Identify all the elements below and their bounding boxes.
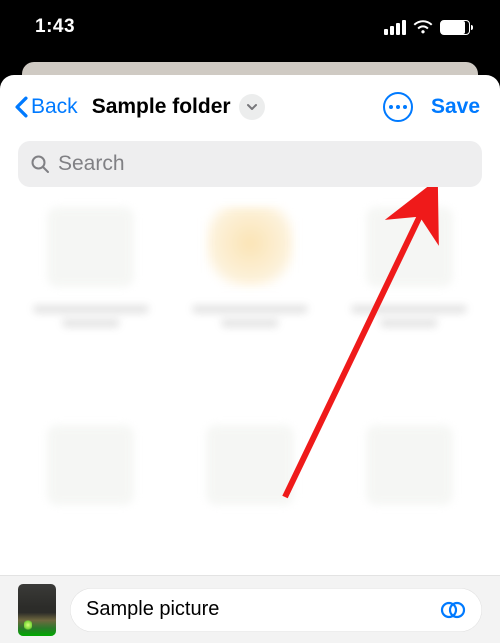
selected-file-bar: Sample picture — [0, 575, 500, 643]
search-placeholder: Search — [58, 152, 125, 176]
filename-pill[interactable]: Sample picture — [70, 588, 482, 632]
save-button[interactable]: Save — [431, 95, 480, 119]
chevron-down-icon — [246, 103, 258, 111]
wifi-icon — [413, 20, 433, 35]
back-label: Back — [31, 95, 78, 119]
folder-dropdown-button[interactable] — [239, 94, 265, 120]
status-time: 1:43 — [35, 16, 75, 38]
cellular-signal-icon — [384, 20, 406, 35]
file-thumbnail[interactable] — [18, 584, 56, 636]
folder-title: Sample folder — [92, 95, 231, 119]
more-options-button[interactable] — [383, 92, 413, 122]
search-icon — [30, 154, 50, 174]
search-input[interactable]: Search — [18, 141, 482, 187]
sheet-header: Back Sample folder Save — [0, 75, 500, 135]
file-picker-sheet: Back Sample folder Save Search — [0, 75, 500, 643]
chevron-left-icon — [14, 96, 29, 118]
ellipsis-icon — [389, 105, 393, 109]
battery-icon — [440, 20, 470, 35]
live-photo-icon — [440, 601, 466, 619]
status-bar: 1:43 — [0, 0, 500, 54]
back-button[interactable]: Back — [14, 95, 78, 119]
folder-title-area[interactable]: Sample folder — [92, 94, 265, 120]
status-indicators — [384, 20, 470, 35]
filename-label: Sample picture — [86, 598, 219, 621]
